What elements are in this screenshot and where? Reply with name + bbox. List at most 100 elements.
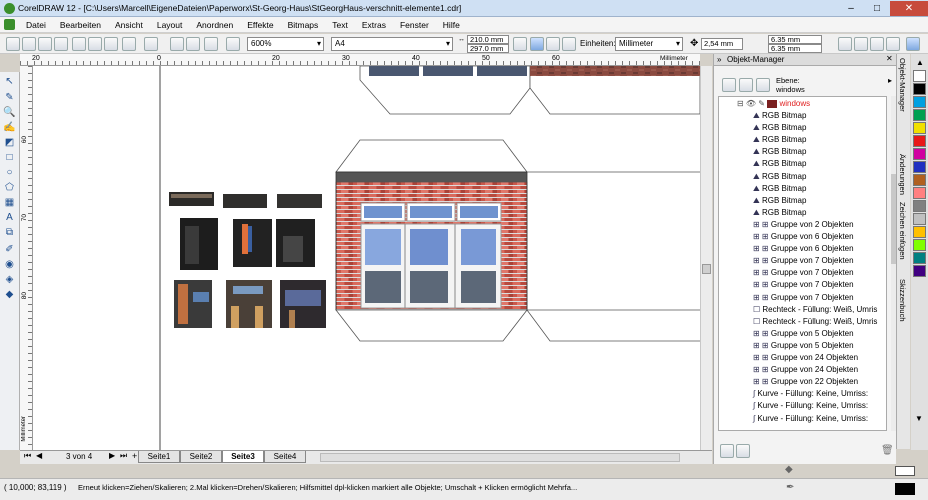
tree-item-row[interactable]: ⊞ ⊞ Gruppe von 5 Objekten (753, 328, 854, 340)
units-select[interactable]: Millimeter (615, 37, 683, 51)
save-icon[interactable] (38, 37, 52, 51)
ellipse-tool-icon[interactable]: ○ (3, 167, 16, 179)
tree-item-row[interactable]: ⊞ ⊞ Gruppe von 22 Objekten (753, 376, 858, 388)
color-swatch[interactable] (913, 109, 926, 121)
tree-layer-row[interactable]: ⊟ 👁 ✎ windows (737, 98, 810, 110)
basic-shapes-icon[interactable]: ▦ (3, 197, 16, 209)
tree-item-row[interactable]: ⊞ ⊞ Gruppe von 5 Objekten (753, 340, 854, 352)
landscape-icon[interactable] (546, 37, 560, 51)
page-height-input[interactable]: 297.0 mm (467, 44, 509, 53)
color-swatch[interactable] (913, 96, 926, 108)
open-icon[interactable] (22, 37, 36, 51)
tree-item-row[interactable]: ⛰ RGB Bitmap (753, 195, 806, 207)
export-icon[interactable] (186, 37, 200, 51)
tab-aenderungen[interactable]: Änderungen (898, 154, 907, 195)
polygon-tool-icon[interactable]: ⬠ (3, 182, 16, 194)
all-pages-icon[interactable] (562, 37, 576, 51)
app-launcher-icon[interactable] (204, 37, 218, 51)
tree-item-row[interactable]: ⊞ ⊞ Gruppe von 7 Objekten (753, 279, 854, 291)
spinner-icon[interactable] (513, 37, 527, 51)
tree-item-row[interactable]: ☐ Rechteck - Füllung: Weiß, Umris (753, 316, 877, 328)
tree-item-row[interactable]: ☐ Rechteck - Füllung: Weiß, Umris (753, 304, 877, 316)
color-swatch[interactable] (913, 239, 926, 251)
menu-bitmaps[interactable]: Bitmaps (281, 20, 326, 30)
tree-item-row[interactable]: ⛰ RGB Bitmap (753, 207, 806, 219)
tree-item-row[interactable]: ∫ Kurve - Füllung: Keine, Umriss: (753, 400, 868, 412)
menu-bearbeiten[interactable]: Bearbeiten (53, 20, 108, 30)
tree-item-row[interactable]: ⛰ RGB Bitmap (753, 134, 806, 146)
import-icon[interactable] (170, 37, 184, 51)
tree-item-row[interactable]: ⛰ RGB Bitmap (753, 171, 806, 183)
outline-tool-icon[interactable]: ◉ (3, 259, 16, 271)
menu-fenster[interactable]: Fenster (393, 20, 436, 30)
menu-extras[interactable]: Extras (355, 20, 393, 30)
interactive-blend-icon[interactable]: ⧉ (3, 227, 16, 239)
color-swatch[interactable] (913, 213, 926, 225)
menu-datei[interactable]: Datei (19, 20, 53, 30)
interactive-fill-icon[interactable]: ◆ (3, 289, 16, 301)
outline-pen-icon[interactable]: ✒ (786, 482, 794, 493)
color-swatch[interactable] (913, 252, 926, 264)
vertical-scrollbar[interactable] (700, 66, 712, 450)
tree-item-row[interactable]: ⊞ ⊞ Gruppe von 7 Objekten (753, 292, 854, 304)
horizontal-ruler[interactable]: 20 0 20 30 40 50 60 Millimeter (20, 54, 700, 66)
portrait-icon[interactable] (530, 37, 544, 51)
color-swatch[interactable] (913, 161, 926, 173)
cut-icon[interactable] (72, 37, 86, 51)
zoom-select[interactable]: 600% (247, 37, 324, 51)
menu-effekte[interactable]: Effekte (240, 20, 280, 30)
smart-fill-icon[interactable]: ◩ (3, 137, 16, 149)
tree-item-row[interactable]: ⛰ RGB Bitmap (753, 146, 806, 158)
tree-item-row[interactable]: ⊞ ⊞ Gruppe von 7 Objekten (753, 267, 854, 279)
maximize-button[interactable]: □ (864, 1, 890, 16)
fill-tool-icon[interactable]: ◈ (3, 274, 16, 286)
shape-tool-icon[interactable]: ✎ (3, 92, 16, 104)
print-icon[interactable] (54, 37, 68, 51)
color-swatch[interactable] (913, 70, 926, 82)
snap-guides-icon[interactable] (854, 37, 868, 51)
tab-skizzenbuch[interactable]: Skizzenbuch (898, 279, 907, 322)
page-tab-3[interactable]: Seite3 (222, 451, 264, 463)
tree-item-row[interactable]: ⊞ ⊞ Gruppe von 24 Objekten (753, 352, 858, 364)
tree-item-row[interactable]: ⊞ ⊞ Gruppe von 2 Objekten (753, 219, 854, 231)
new-icon[interactable] (6, 37, 20, 51)
color-swatch[interactable] (913, 174, 926, 186)
docker-close-icon[interactable]: ✕ (886, 54, 893, 63)
last-page-icon[interactable]: ⏭ (120, 451, 127, 461)
tree-item-row[interactable]: ⛰ RGB Bitmap (753, 122, 806, 134)
tree-item-row[interactable]: ⛰ RGB Bitmap (753, 183, 806, 195)
duplicate-x-input[interactable]: 6.35 mm (768, 35, 822, 44)
page-tab-1[interactable]: Seite1 (138, 451, 180, 463)
fill-bucket-icon[interactable]: ◆ (785, 464, 797, 476)
tree-item-row[interactable]: ∫ Kurve - Füllung: Keine, Umriss: (753, 413, 868, 425)
page-width-input[interactable]: 210.0 mm (467, 35, 509, 44)
menu-hilfe[interactable]: Hilfe (436, 20, 467, 30)
copy-icon[interactable] (88, 37, 102, 51)
tree-item-row[interactable]: ⊞ ⊞ Gruppe von 7 Objekten (753, 255, 854, 267)
rectangle-tool-icon[interactable]: □ (3, 152, 16, 164)
tree-item-row[interactable]: ⊞ ⊞ Gruppe von 6 Objekten (753, 243, 854, 255)
menu-anordnen[interactable]: Anordnen (189, 20, 240, 30)
page-size-select[interactable]: A4 (331, 37, 453, 51)
page-tab-2[interactable]: Seite2 (180, 451, 222, 463)
freehand-tool-icon[interactable]: ✍ (3, 122, 16, 134)
scroll-thumb[interactable] (702, 264, 711, 274)
color-swatch[interactable] (913, 187, 926, 199)
docker-pin-icon[interactable]: » (717, 55, 721, 64)
corel-online-icon[interactable] (226, 37, 240, 51)
tree-item-row[interactable]: ⛰ RGB Bitmap (753, 158, 806, 170)
menu-layout[interactable]: Layout (150, 20, 190, 30)
zoom-tool-icon[interactable]: 🔍 (3, 107, 16, 119)
document-icon[interactable] (4, 19, 15, 30)
fill-indicator[interactable] (895, 466, 915, 476)
color-swatch[interactable] (913, 135, 926, 147)
menu-text[interactable]: Text (325, 20, 355, 30)
eyedropper-icon[interactable]: ✐ (3, 244, 16, 256)
tab-objekt-manager[interactable]: Objekt-Manager (898, 58, 907, 112)
page-tab-4[interactable]: Seite4 (264, 451, 306, 463)
add-page-icon[interactable]: + (132, 451, 137, 461)
options-icon[interactable] (906, 37, 920, 51)
color-swatch[interactable] (913, 148, 926, 160)
pick-tool-icon[interactable]: ↖ (3, 76, 16, 88)
close-button[interactable]: ✕ (890, 0, 928, 16)
